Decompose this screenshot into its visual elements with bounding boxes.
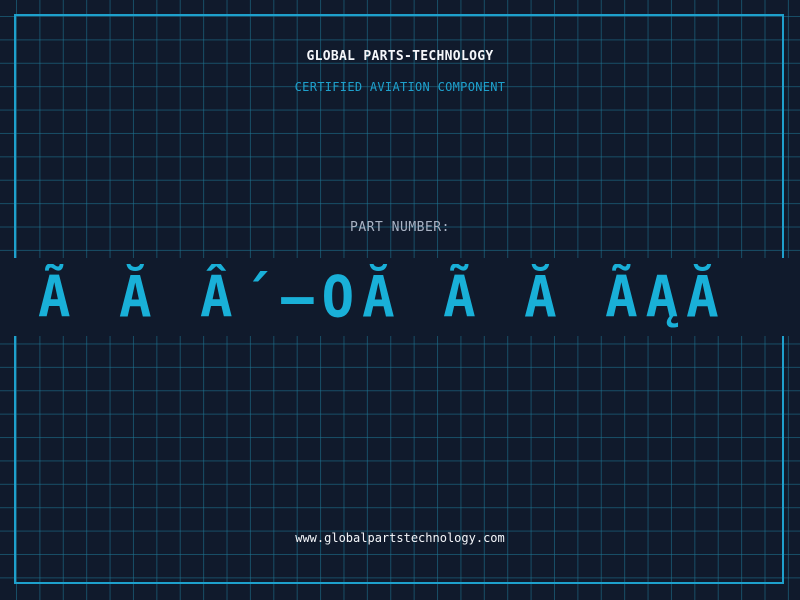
company-name: GLOBAL PARTS-TECHNOLOGY: [306, 49, 494, 64]
part-number-band: Ã Ă Â´—OĂ Ã Ă ÃĄĂ: [0, 258, 800, 336]
part-number-value: Ã Ă Â´—OĂ Ã Ă ÃĄĂ: [38, 264, 727, 331]
part-number-label: PART NUMBER:: [350, 220, 450, 235]
certification-subtitle: CERTIFIED AVIATION COMPONENT: [294, 80, 506, 94]
website-link[interactable]: www.globalpartstechnology.com: [0, 531, 800, 545]
